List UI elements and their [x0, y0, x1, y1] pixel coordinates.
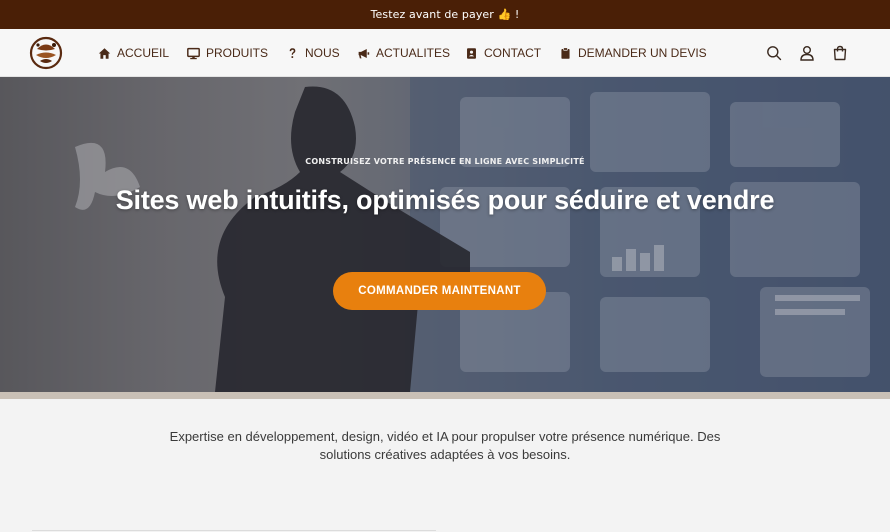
order-now-button[interactable]: COMMANDER MAINTENANT	[333, 272, 546, 310]
hero-overlay	[0, 77, 890, 392]
nav-item-contact[interactable]: CONTACT	[464, 46, 558, 60]
search-icon[interactable]	[766, 45, 782, 61]
contact-card-icon	[464, 46, 478, 60]
nav-item-demander-un-devis[interactable]: DEMANDER UN DEVIS	[558, 46, 707, 60]
cart-icon[interactable]	[832, 45, 848, 61]
nav-item-label: ACTUALITES	[376, 46, 451, 60]
account-icon[interactable]	[799, 45, 815, 61]
header-actions	[766, 29, 848, 77]
main-navigation: ACCUEIL PRODUITS NOUS ACTUALITES CONTACT	[97, 29, 707, 77]
intro-text: Expertise en développement, design, vidé…	[169, 429, 721, 462]
nav-item-label: CONTACT	[484, 46, 542, 60]
nav-item-nous[interactable]: NOUS	[285, 46, 356, 60]
section-divider	[32, 530, 436, 531]
question-icon	[285, 46, 299, 60]
hero-bottom-divider	[0, 392, 890, 399]
announcement-text: Testez avant de payer 👍 !	[370, 8, 520, 21]
site-logo[interactable]	[28, 36, 64, 70]
monitor-icon	[186, 46, 200, 60]
nav-item-label: ACCUEIL	[117, 46, 170, 60]
nav-item-produits[interactable]: PRODUITS	[186, 46, 285, 60]
nav-item-accueil[interactable]: ACCUEIL	[97, 46, 186, 60]
nav-item-label: DEMANDER UN DEVIS	[578, 46, 707, 60]
home-icon	[97, 46, 111, 60]
megaphone-icon	[356, 46, 370, 60]
nav-item-label: NOUS	[305, 46, 340, 60]
hero-subtitle: Construisez votre présence en ligne avec…	[305, 157, 585, 166]
site-header: ACCUEIL PRODUITS NOUS ACTUALITES CONTACT	[0, 29, 890, 77]
hero-banner	[0, 77, 890, 392]
announcement-bar: Testez avant de payer 👍 !	[0, 0, 890, 29]
nav-item-label: PRODUITS	[206, 46, 269, 60]
clipboard-icon	[558, 46, 572, 60]
hero-title: Sites web intuitifs, optimisés pour sédu…	[115, 185, 775, 215]
nav-item-actualites[interactable]: ACTUALITES	[356, 46, 464, 60]
